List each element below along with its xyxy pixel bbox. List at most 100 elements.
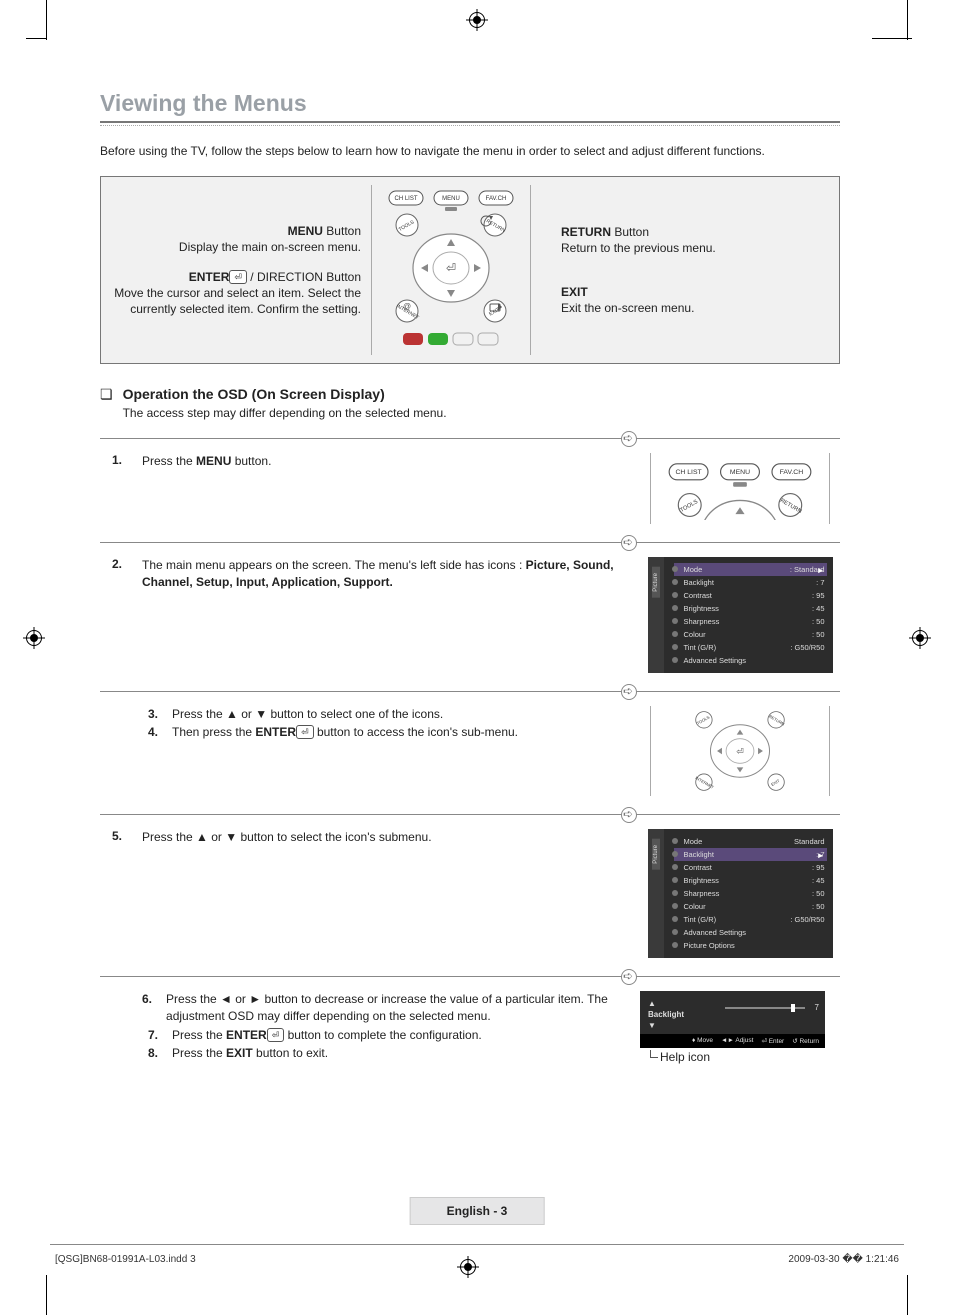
- step-6-7-8: 6. Press the ◄ or ► button to decrease or…: [100, 977, 840, 1082]
- osd-row: Colour: 50: [674, 900, 827, 913]
- svg-text:⏎: ⏎: [736, 746, 744, 756]
- title-rule: [100, 121, 840, 123]
- registration-mark-icon: [912, 630, 928, 646]
- remote-overview-box: MENU Button Display the main on-screen m…: [100, 176, 840, 364]
- step-number: 6.: [142, 991, 152, 1026]
- enter-icon: ⏎: [229, 270, 247, 284]
- svg-text:MENU: MENU: [442, 196, 460, 202]
- remote-diagram: CH LIST MENU FAV.CH TOOLS RETURN INTERNE…: [371, 185, 531, 355]
- step-2: 2. The main menu appears on the screen. …: [100, 543, 840, 691]
- osd-row: Brightness: 45: [674, 874, 827, 887]
- remote-top-snippet: CH LIST MENU FAV.CH TOOLS RETURN: [650, 453, 830, 524]
- crop-mark: [907, 1275, 908, 1315]
- page-footer: English - 3: [410, 1197, 545, 1225]
- bullet-icon: ❏: [100, 386, 113, 403]
- steps: 1. Press the MENU button. CH LIST MENU F…: [100, 438, 840, 1082]
- osd-row: Brightness: 45: [674, 602, 827, 615]
- exit-button-desc: Exit the on-screen menu.: [561, 300, 831, 316]
- slider-icon: [725, 1007, 805, 1009]
- footer-right: 2009-03-30 �� 1:21:46: [788, 1254, 899, 1265]
- step-text: Press the ▲ or ▼ button to select the ic…: [142, 830, 432, 844]
- remote-left-col: MENU Button Display the main on-screen m…: [101, 185, 371, 355]
- step-text: button to complete the configuration.: [284, 1028, 481, 1042]
- arrow-down-icon: ▼: [648, 1021, 817, 1030]
- return-button-label: RETURN: [561, 225, 611, 239]
- help-icon-label: Help icon: [650, 1050, 710, 1064]
- svg-text:FAV.CH: FAV.CH: [486, 196, 507, 202]
- osd-row: Colour: 50: [674, 628, 827, 641]
- osd-heading-text: Operation the OSD (On Screen Display): [123, 386, 385, 402]
- osd-heading: ❏ Operation the OSD (On Screen Display) …: [100, 386, 840, 420]
- enter-icon: ⏎: [267, 1028, 285, 1042]
- registration-mark-icon: [460, 1259, 476, 1275]
- step-bold: MENU: [196, 454, 231, 468]
- step-number: 2.: [100, 557, 122, 571]
- svg-text:CH LIST: CH LIST: [394, 196, 417, 202]
- osd-row: Backlight: 7: [674, 576, 827, 589]
- svg-text:⏎: ⏎: [446, 261, 456, 275]
- step-bold: ENTER: [226, 1028, 267, 1042]
- return-button-tail: Button: [611, 225, 649, 239]
- crop-mark: [26, 38, 46, 39]
- pointer-icon: [621, 684, 637, 700]
- step-number: 4.: [142, 724, 158, 741]
- osd-side-tab: Picture: [652, 567, 660, 598]
- remote-right-col: RETURN Button Return to the previous men…: [531, 185, 831, 355]
- step-number: 1.: [100, 453, 122, 467]
- enter-button-tail: / DIRECTION Button: [247, 270, 361, 284]
- step-text: button to access the icon's sub-menu.: [314, 725, 518, 739]
- osd-row: Advanced Settings: [674, 654, 827, 667]
- enter-button-desc: Move the cursor and select an item. Sele…: [101, 285, 361, 317]
- osd-row: Sharpness: 50: [674, 887, 827, 900]
- step-number: 7.: [142, 1027, 158, 1044]
- pointer-icon: [621, 431, 637, 447]
- osd-row: Sharpness: 50: [674, 615, 827, 628]
- pointer-icon: [621, 807, 637, 823]
- step-5: 5. Press the ▲ or ▼ button to select the…: [100, 815, 840, 976]
- menu-button-tail: Button: [323, 224, 361, 238]
- step-text: Press the: [142, 454, 196, 468]
- osd-side-tab: Picture: [652, 839, 660, 870]
- osd-row: ModeStandard: [674, 835, 827, 848]
- osd-row: Tint (G/R): G50/R50: [674, 641, 827, 654]
- enter-icon: ⏎: [296, 725, 314, 739]
- return-button-desc: Return to the previous menu.: [561, 240, 831, 256]
- step-text: Press the: [172, 1046, 226, 1060]
- osd-submenu: Picture ModeStandardBacklight: 7►Contras…: [648, 829, 833, 958]
- footer-left: [QSG]BN68-01991A-L03.indd 3: [55, 1254, 196, 1265]
- osd-row: Advanced Settings: [674, 926, 827, 939]
- remote-svg: CH LIST MENU FAV.CH TOOLS RETURN INTERNE…: [381, 185, 521, 355]
- step-text: Press the ▲ or ▼ button to select one of…: [172, 706, 443, 723]
- osd-adjust-panel: ▲ Backlight ▼ 7 ♦ Move◄► Adjust⏎ Enter↺ …: [640, 991, 825, 1048]
- osd-row: Contrast: 95: [674, 589, 827, 602]
- step-1: 1. Press the MENU button. CH LIST MENU F…: [100, 439, 840, 542]
- step-number: 8.: [142, 1045, 158, 1062]
- page-title: Viewing the Menus: [100, 90, 840, 117]
- osd-main-menu: Picture Mode: Standard►Backlight: 7Contr…: [648, 557, 833, 673]
- step-bold: ENTER: [255, 725, 296, 739]
- footer-rule: [50, 1244, 904, 1245]
- exit-button-label: EXIT: [561, 285, 588, 299]
- svg-text:MENU: MENU: [730, 469, 750, 476]
- adjust-help-bar: ♦ Move◄► Adjust⏎ Enter↺ Return: [640, 1034, 825, 1048]
- intro-text: Before using the TV, follow the steps be…: [100, 144, 840, 158]
- step-text: Then press the: [172, 725, 255, 739]
- page-content: Viewing the Menus Before using the TV, f…: [100, 90, 840, 1082]
- menu-button-label: MENU: [288, 224, 323, 238]
- step-text: Press the ◄ or ► button to decrease or i…: [166, 991, 620, 1026]
- crop-mark: [46, 0, 47, 40]
- remote-dpad-snippet: TOOLS RETURN ⏎ INTERNET EXIT: [650, 706, 830, 796]
- osd-row: Mode: Standard►: [674, 563, 827, 576]
- svg-text:CH LIST: CH LIST: [675, 469, 702, 476]
- adjust-value: 7: [815, 1003, 819, 1012]
- step-bold: EXIT: [226, 1046, 253, 1060]
- pointer-icon: [621, 969, 637, 985]
- svg-text:@: @: [403, 302, 411, 311]
- step-3-4: 3.Press the ▲ or ▼ button to select one …: [100, 692, 840, 814]
- svg-text:FAV.CH: FAV.CH: [780, 469, 804, 476]
- registration-mark-icon: [469, 12, 485, 28]
- menu-button-desc: Display the main on-screen menu.: [101, 239, 361, 255]
- title-dots: [100, 125, 840, 126]
- crop-mark: [872, 38, 912, 39]
- step-text: Press the: [172, 1028, 226, 1042]
